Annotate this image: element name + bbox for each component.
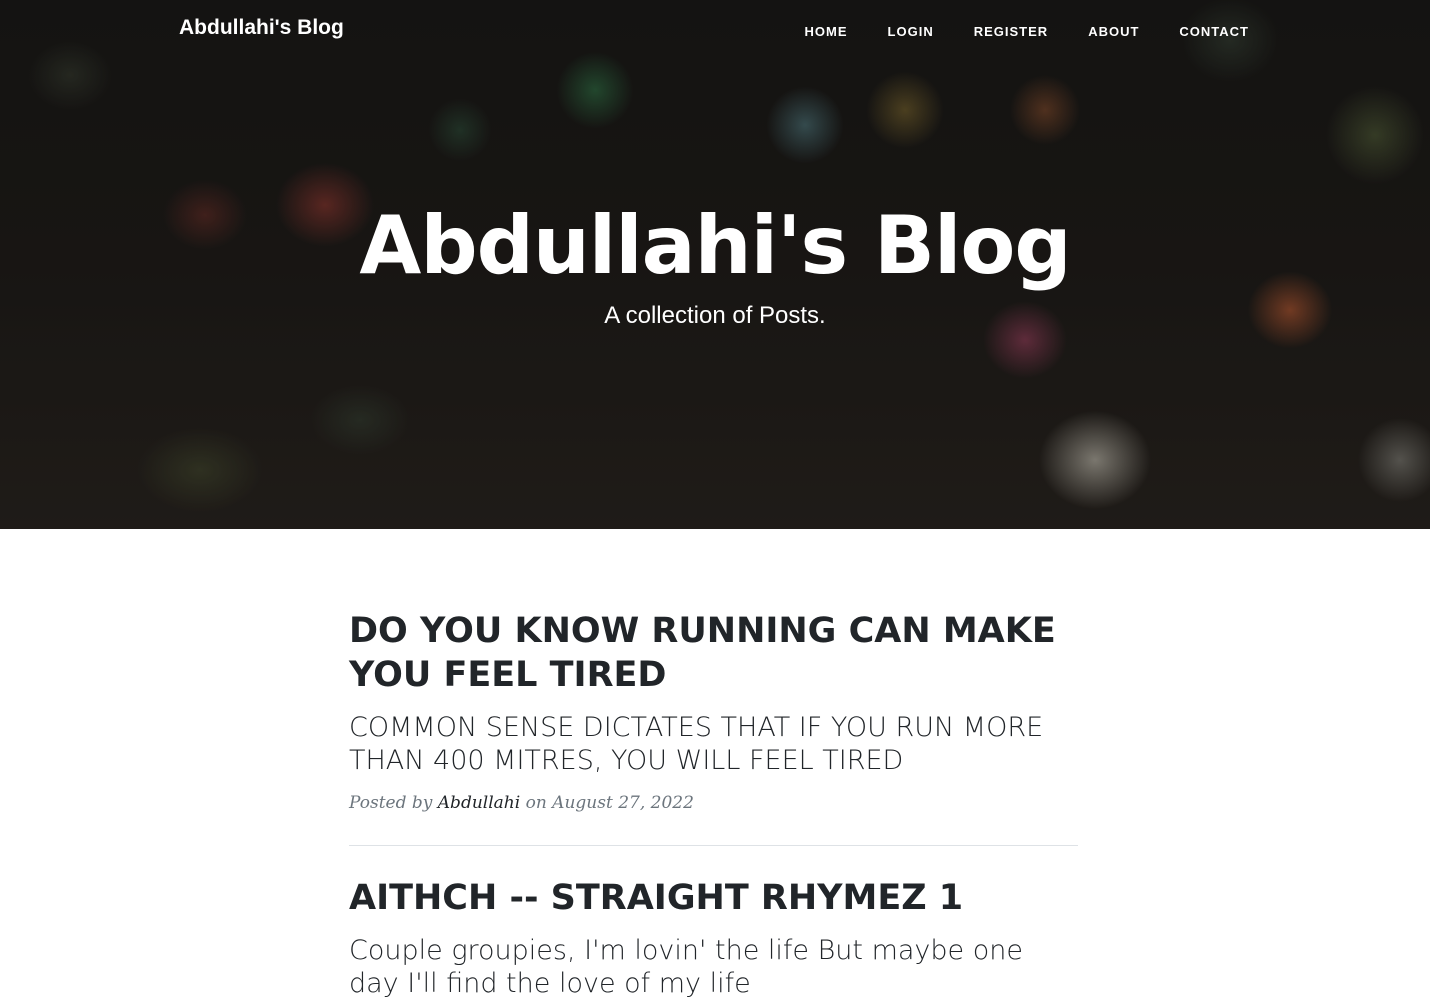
nav-item-login: LOGIN	[888, 21, 934, 40]
post-author-link[interactable]: Abdullahi	[438, 793, 520, 813]
brand-link[interactable]: Abdullahi's Blog	[179, 16, 344, 40]
hero-subtitle: A collection of Posts.	[604, 302, 826, 329]
post-meta-on: on	[525, 793, 547, 813]
nav-link-home[interactable]: HOME	[805, 24, 848, 39]
nav-links: HOME LOGIN REGISTER ABOUT CONTACT	[765, 21, 1249, 40]
nav-link-about[interactable]: ABOUT	[1088, 24, 1139, 39]
nav-item-home: HOME	[805, 21, 848, 40]
navbar: Abdullahi's Blog HOME LOGIN REGISTER ABO…	[0, 0, 1430, 60]
nav-item-about: ABOUT	[1088, 21, 1139, 40]
post-divider	[349, 845, 1078, 846]
post-meta: Posted by Abdullahi on August 27, 2022	[349, 793, 1078, 813]
post-title[interactable]: DO YOU KNOW RUNNING CAN MAKE YOU FEEL TI…	[349, 609, 1078, 697]
post-preview[interactable]: DO YOU KNOW RUNNING CAN MAKE YOU FEEL TI…	[349, 609, 1078, 813]
nav-item-contact: CONTACT	[1179, 21, 1249, 40]
post-title[interactable]: AITHCH -- STRAIGHT RHYMEZ 1	[349, 876, 1078, 920]
post-preview[interactable]: AITHCH -- STRAIGHT RHYMEZ 1 Couple group…	[349, 876, 1078, 1000]
hero-title: Abdullahi's Blog	[359, 199, 1071, 292]
nav-link-login[interactable]: LOGIN	[888, 24, 934, 39]
nav-link-contact[interactable]: CONTACT	[1179, 24, 1249, 39]
post-subtitle[interactable]: Couple groupies, I'm lovin' the life But…	[349, 934, 1078, 1000]
nav-item-register: REGISTER	[974, 21, 1048, 40]
post-meta-prefix: Posted by	[349, 793, 433, 813]
nav-link-register[interactable]: REGISTER	[974, 24, 1048, 39]
page-header: Abdullahi's Blog HOME LOGIN REGISTER ABO…	[0, 0, 1430, 529]
post-subtitle[interactable]: COMMON SENSE DICTATES THAT IF YOU RUN MO…	[349, 711, 1078, 777]
hero-heading: Abdullahi's Blog A collection of Posts.	[0, 198, 1430, 330]
post-date: August 27, 2022	[552, 793, 694, 813]
post-list: DO YOU KNOW RUNNING CAN MAKE YOU FEEL TI…	[349, 529, 1078, 1000]
